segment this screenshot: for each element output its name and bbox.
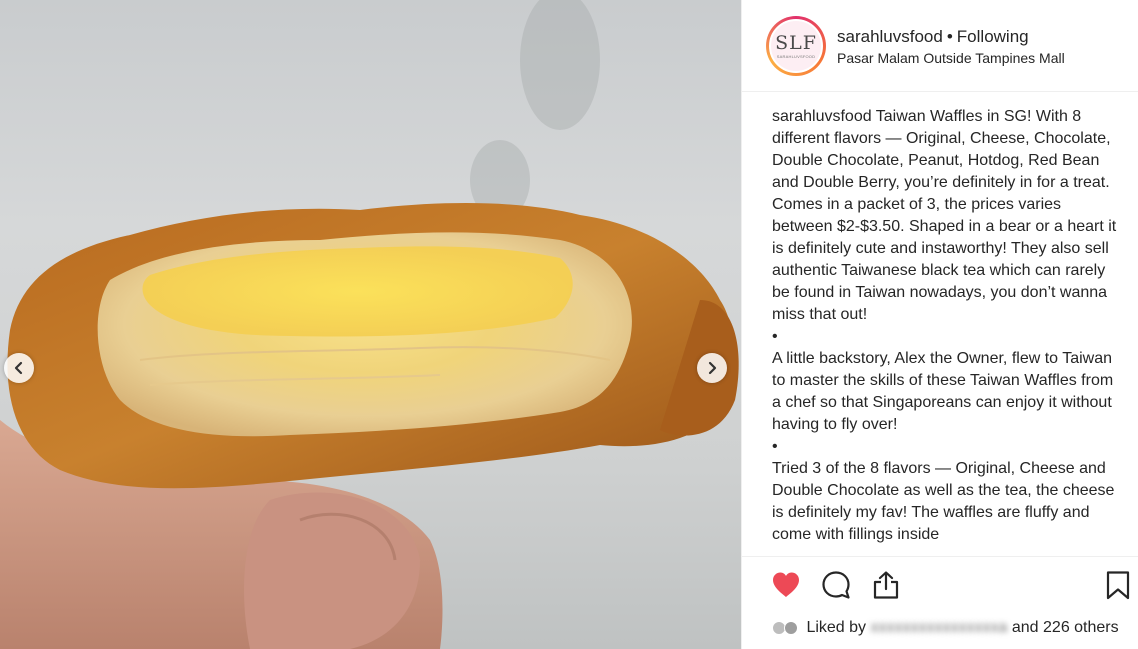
post-caption: sarahluvsfood Taiwan Waffles in SG! With… xyxy=(772,106,1117,554)
bookmark-icon[interactable] xyxy=(1102,569,1134,601)
chevron-left-icon xyxy=(14,361,23,375)
separator-dot: • xyxy=(946,26,953,46)
likes-summary: Liked by xxxxxxxxxxxxxxxxa and 226 other… xyxy=(772,617,1132,639)
caption-paragraph-3: Tried 3 of the 8 flavors — Original, Che… xyxy=(772,460,1115,543)
liker-name-link[interactable]: xxxxxxxxxxxxxxxxa xyxy=(871,619,1008,636)
caption-bullet-1: • xyxy=(772,328,778,345)
heart-icon[interactable] xyxy=(770,569,802,601)
waffle-photo-illustration xyxy=(0,0,739,649)
post-header: SLF SARAHLUVSFOOD sarahluvsfood • Followin… xyxy=(742,0,1138,92)
post-photo xyxy=(0,0,741,649)
share-icon[interactable] xyxy=(870,569,902,601)
likes-others-link[interactable]: 226 others xyxy=(1043,619,1119,636)
following-button[interactable]: Following xyxy=(957,27,1029,46)
previous-photo-button[interactable] xyxy=(4,353,34,383)
post-actions: Liked by xxxxxxxxxxxxxxxxa and 226 other… xyxy=(742,556,1138,649)
username-link[interactable]: sarahluvsfood xyxy=(837,27,943,46)
avatar-image: SLF SARAHLUVSFOOD xyxy=(769,18,823,73)
avatar-subtext: SARAHLUVSFOOD xyxy=(776,53,816,59)
post-sidebar: SLF SARAHLUVSFOOD sarahluvsfood • Followin… xyxy=(741,0,1138,649)
liked-by-label: Liked by xyxy=(806,619,867,636)
next-photo-button[interactable] xyxy=(697,353,727,383)
caption-username-link[interactable]: sarahluvsfood xyxy=(772,108,872,125)
caption-bullet-2: • xyxy=(772,438,778,455)
caption-text-1: Taiwan Waffles in SG! With 8 different f… xyxy=(772,108,1117,323)
avatar-monogram: SLF xyxy=(775,31,817,54)
comment-icon[interactable] xyxy=(820,569,852,601)
caption-paragraph-1: sarahluvsfood Taiwan Waffles in SG! With… xyxy=(772,106,1117,326)
header-user-row: sarahluvsfood • Following xyxy=(837,26,1065,48)
caption-paragraph-2: A little backstory, Alex the Owner, flew… xyxy=(772,350,1114,433)
chevron-right-icon xyxy=(708,361,717,375)
avatar[interactable]: SLF SARAHLUVSFOOD xyxy=(766,15,826,76)
header-text: sarahluvsfood • Following Pasar Malam Outs… xyxy=(837,26,1065,66)
location-link[interactable]: Pasar Malam Outside Tampines Mall xyxy=(837,50,1065,66)
liker-avatars xyxy=(772,620,802,635)
likes-and-label: and xyxy=(1011,619,1039,636)
